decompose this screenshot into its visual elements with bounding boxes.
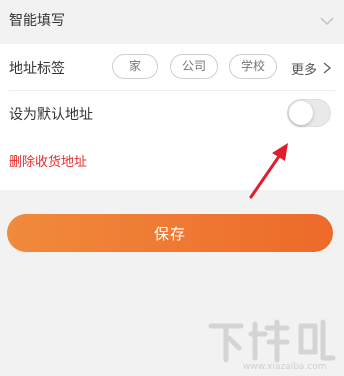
watermark-logo: [208, 319, 336, 363]
save-button[interactable]: 保存: [7, 214, 333, 252]
default-address-toggle[interactable]: [287, 99, 331, 127]
edit-address-page: 智能填写 地址标签 家 公司 学校 更多 设为默认地址 删除收货地址 保存 ww…: [0, 0, 344, 376]
annotation-arrow-icon: [249, 143, 288, 199]
delete-address-link[interactable]: 删除收货地址: [9, 151, 87, 170]
address-tag-label: 地址标签: [9, 61, 65, 77]
tag-chip-company[interactable]: 公司: [170, 54, 218, 79]
watermark-text: www.xiazaiba.com: [243, 362, 327, 372]
smart-fill-label: 智能填写: [9, 13, 65, 29]
tag-chip-school[interactable]: 学校: [229, 54, 277, 79]
default-address-label: 设为默认地址: [9, 107, 93, 123]
chevron-down-icon[interactable]: [319, 13, 335, 29]
chevron-right-icon[interactable]: [322, 62, 332, 74]
toggle-knob: [289, 101, 313, 125]
more-tags-link[interactable]: 更多: [291, 59, 317, 78]
address-settings-card: 地址标签 家 公司 学校 更多 设为默认地址 删除收货地址: [0, 44, 344, 199]
smart-fill-row[interactable]: 智能填写: [0, 0, 344, 44]
divider: [9, 90, 335, 91]
tag-chip-home[interactable]: 家: [112, 54, 158, 79]
